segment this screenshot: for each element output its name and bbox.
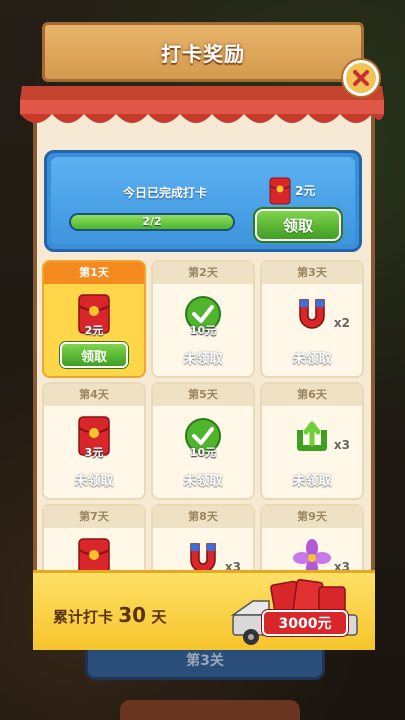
today-reward-amount: 2元 — [295, 184, 316, 198]
day-cell-2[interactable]: 第2天 10元 未领取 — [151, 260, 255, 378]
day-status: 未领取 — [292, 352, 332, 367]
day-cell-9[interactable]: 第9天 x3 — [260, 504, 364, 570]
cumulative-prefix: 累计打卡 — [53, 608, 114, 626]
close-button[interactable] — [343, 60, 379, 96]
cumulative-text: 累计打卡 30 天 — [53, 603, 166, 627]
day-cell-6[interactable]: 第6天 x3 未领取 — [260, 382, 364, 500]
day-status: 未领取 — [183, 474, 223, 489]
checkin-done-label: 今日已完成打卡 — [122, 186, 207, 200]
close-icon — [353, 70, 369, 86]
day-cell-3[interactable]: 第3天 x2 未领取 — [260, 260, 364, 378]
day-cell-4[interactable]: 第4天 3元 未领取 — [42, 382, 146, 500]
day-reward-amount: 2元 — [84, 324, 104, 337]
background-button — [120, 700, 300, 720]
day-grid: 第1天 2元 领取 第2天 10元 未领取 第3天 x2 未领取 第4天 3元 … — [40, 258, 366, 570]
day-cell-7[interactable]: 第7天 — [42, 504, 146, 570]
day-reward-amount: 10元 — [189, 446, 217, 459]
claim-day-button[interactable]: 领取 — [60, 342, 128, 368]
red-packet-icon — [78, 538, 110, 570]
day-reward-amount: 3元 — [84, 446, 104, 459]
day-label: 第2天 — [153, 262, 253, 284]
magnet-icon — [190, 543, 216, 570]
checkin-progress-bar: 2/2 — [69, 213, 235, 231]
cumulative-reward-badge: 3000元 — [262, 610, 348, 636]
day-label: 第4天 — [44, 384, 144, 406]
day-label: 第3天 — [262, 262, 362, 284]
day-status: 未领取 — [183, 352, 223, 367]
day-label: 第6天 — [262, 384, 362, 406]
panel-header: 打卡奖励 — [42, 22, 364, 82]
day-cell-5[interactable]: 第5天 10元 未领取 — [151, 382, 255, 500]
day-cell-1[interactable]: 第1天 2元 领取 — [42, 260, 146, 378]
day-reward-multiplier: x3 — [333, 560, 350, 570]
claim-today-button[interactable]: 领取 — [255, 209, 341, 241]
day-reward-multiplier: x3 — [333, 438, 350, 452]
day-reward-multiplier: x2 — [333, 316, 350, 330]
cumulative-suffix: 天 — [151, 608, 167, 626]
today-checkin-card: 今日已完成打卡 2/2 2元 领取 — [44, 150, 362, 252]
progress-text: 2/2 — [142, 215, 162, 228]
day-label: 第7天 — [44, 506, 144, 528]
awning-decoration — [20, 86, 384, 123]
day-status: 未领取 — [74, 474, 114, 489]
day-cell-8[interactable]: 第8天 x3 — [151, 504, 255, 570]
fan-icon — [293, 539, 331, 570]
red-packet-icon — [269, 177, 291, 205]
cumulative-days: 30 — [118, 603, 147, 627]
panel-title: 打卡奖励 — [161, 41, 245, 66]
day-reward-multiplier: x3 — [224, 560, 241, 570]
magnet-icon — [299, 299, 325, 329]
day-label: 第5天 — [153, 384, 253, 406]
day-reward-amount: 10元 — [189, 324, 217, 337]
recycle-icon — [297, 421, 327, 451]
day-label: 第1天 — [44, 262, 144, 284]
day-label: 第8天 — [153, 506, 253, 528]
day-status: 未领取 — [292, 474, 332, 489]
day-label: 第9天 — [262, 506, 362, 528]
